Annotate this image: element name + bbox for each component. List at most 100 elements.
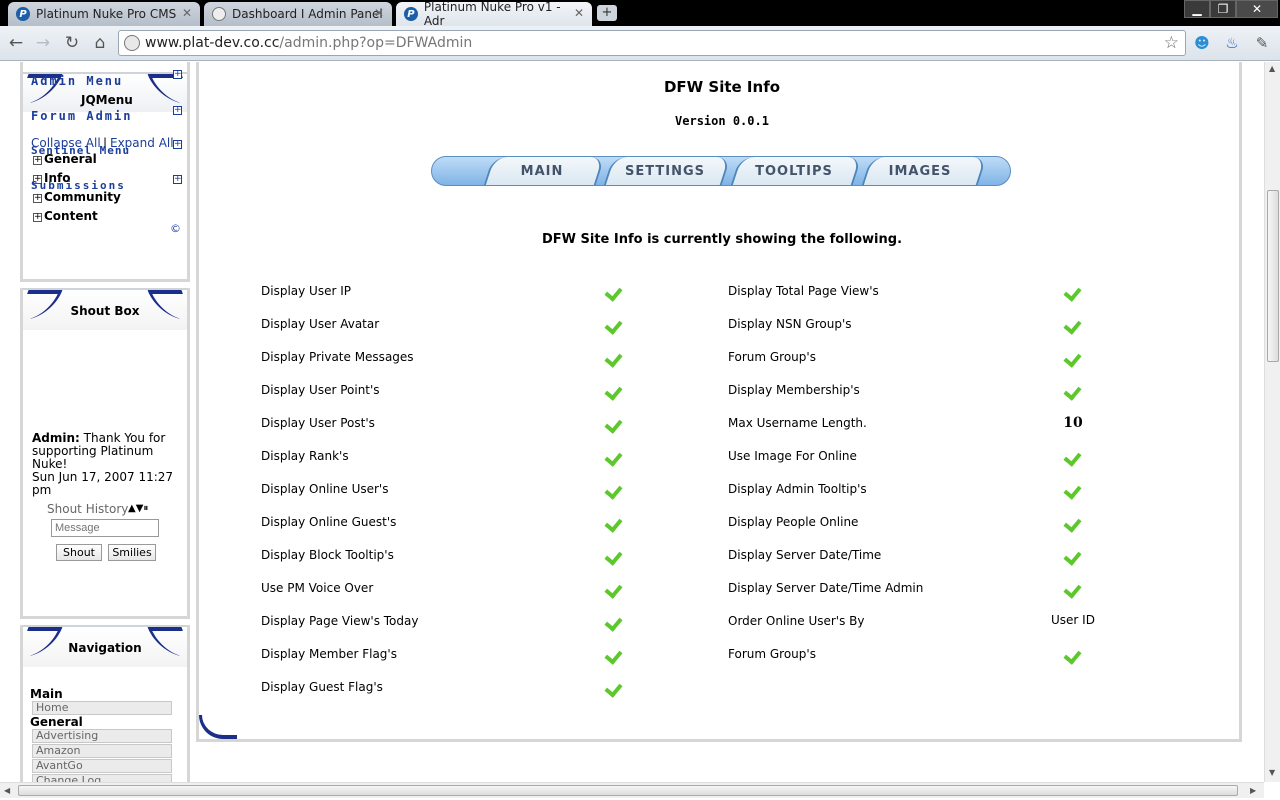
navigation-header: Navigation [17, 625, 193, 667]
address-bar[interactable]: www.plat-dev.co.cc/admin.php?op=DFWAdmin… [118, 30, 1186, 56]
bookmark-star-icon[interactable]: ☆ [1164, 31, 1179, 55]
scroll-left-arrow-icon[interactable]: ◀ [4, 786, 10, 795]
setting-label: Display Member Flag's [261, 647, 397, 661]
enabled-checkmark-icon [1064, 448, 1082, 464]
enabled-checkmark-icon [605, 415, 623, 431]
back-arrow-icon[interactable]: ← [4, 32, 28, 54]
browser-tab-title: Platinum Nuke Pro CMS [36, 7, 177, 21]
extension-flame-icon[interactable]: ♨ [1222, 33, 1242, 53]
setting-label: Display Online Guest's [261, 515, 397, 529]
status-line: DFW Site Info is currently showing the f… [541, 232, 903, 247]
extension-face-icon[interactable]: ☻ [1192, 33, 1212, 53]
setting-label: Display Membership's [728, 383, 860, 397]
tree-item-content[interactable]: + Content [33, 209, 98, 223]
left-sidebar: Admin Menu + JQMenu + Forum Admin Collap… [0, 62, 196, 782]
tab-tooltips[interactable]: TOOLTIPS [735, 157, 853, 185]
maximize-window-button[interactable]: ❐ [1210, 0, 1236, 18]
tree-label: Content [44, 209, 98, 223]
browser-tab-2[interactable]: Dashboard I Admin Panel ✕ [204, 2, 392, 26]
setting-label: Display Block Tooltip's [261, 548, 394, 562]
minimize-window-button[interactable]: ▁ [1184, 0, 1210, 18]
close-window-button[interactable]: ✕ [1236, 0, 1278, 18]
main-content-panel: DFW Site Info Version 0.0.1 MAIN SETTING… [196, 62, 1242, 742]
browser-toolbar: ← → ↻ ⌂ www.plat-dev.co.cc/admin.php?op=… [0, 26, 1280, 61]
nav-link-advertising[interactable]: Advertising [32, 729, 172, 743]
admin-menu-content: Admin Menu + JQMenu + Forum Admin Collap… [17, 62, 193, 262]
smilies-button[interactable]: Smilies [108, 544, 156, 561]
setting-label: Display Server Date/Time [728, 548, 882, 562]
shout-box-header: Shout Box [17, 288, 193, 330]
reload-icon[interactable]: ↻ [60, 32, 84, 54]
shout-history-link[interactable]: Shout History [47, 502, 128, 516]
setting-label: Display Total Page View's [728, 284, 879, 298]
enabled-checkmark-icon [1064, 580, 1082, 596]
setting-label: Order Online User's By [728, 614, 865, 628]
shout-message-input[interactable] [51, 519, 159, 537]
close-tab-icon[interactable]: ✕ [374, 6, 384, 20]
shout-scroll-controls-icon[interactable]: ▲▼⏸ [128, 503, 148, 514]
setting-label: Forum Group's [728, 647, 816, 661]
wrench-menu-icon[interactable]: ✎ [1252, 33, 1272, 53]
forum-admin-menu-title[interactable]: Forum Admin [31, 109, 132, 123]
tree-expand-icon: + [33, 212, 42, 222]
panel-corner-swoosh-icon [199, 715, 237, 739]
expand-plus-icon[interactable]: + [173, 70, 182, 79]
admin-menu-title[interactable]: Admin Menu [31, 74, 123, 88]
nav-link-change-log[interactable]: Change Log [32, 774, 172, 782]
nav-link-avantgo[interactable]: AvantGo [32, 759, 172, 773]
setting-label: Use PM Voice Over [261, 581, 374, 595]
enabled-checkmark-icon [605, 679, 623, 695]
navigation-title: Navigation [68, 641, 142, 655]
header-swoosh-right-icon [147, 74, 193, 104]
forward-arrow-icon[interactable]: → [31, 32, 55, 54]
tab-main[interactable]: MAIN [488, 157, 596, 185]
shout-message: Admin: Thank You for supporting Platinum… [32, 432, 182, 497]
scroll-down-arrow-icon[interactable]: ▼ [1269, 768, 1275, 777]
tree-item-general[interactable]: + General [33, 152, 97, 166]
tab-images[interactable]: IMAGES [864, 157, 976, 185]
setting-label: Display User Point's [261, 383, 380, 397]
setting-label: Display Online User's [261, 482, 389, 496]
header-swoosh-left-icon [17, 290, 63, 320]
header-swoosh-left-icon [17, 627, 63, 657]
enabled-checkmark-icon [605, 349, 623, 365]
scroll-right-arrow-icon[interactable]: ▶ [1250, 786, 1256, 795]
close-tab-icon[interactable]: ✕ [182, 6, 192, 20]
version-label: Version 0.0.1 [675, 114, 769, 128]
new-tab-button[interactable]: + [597, 5, 617, 21]
setting-label: Forum Group's [728, 350, 816, 364]
home-icon[interactable]: ⌂ [88, 32, 112, 54]
enabled-checkmark-icon [1064, 481, 1082, 497]
header-swoosh-right-icon [147, 290, 193, 320]
nav-section-main: Main [30, 687, 63, 701]
nav-link-amazon[interactable]: Amazon [32, 744, 172, 758]
setting-label: Use Image For Online [728, 449, 857, 463]
horizontal-scrollbar[interactable]: ◀ ▶ [0, 782, 1264, 798]
enabled-checkmark-icon [1064, 382, 1082, 398]
expand-plus-icon[interactable]: + [173, 106, 182, 115]
setting-label: Display Page View's Today [261, 614, 419, 628]
expand-plus-icon[interactable]: + [173, 140, 182, 149]
shout-button[interactable]: Shout [56, 544, 102, 561]
enabled-checkmark-icon [605, 613, 623, 629]
nav-link-home[interactable]: Home [32, 701, 172, 715]
scroll-up-arrow-icon[interactable]: ▲ [1269, 64, 1275, 73]
vertical-scroll-thumb[interactable] [1267, 190, 1279, 362]
enabled-checkmark-icon [605, 283, 623, 299]
tree-item-community[interactable]: + Community [33, 190, 121, 204]
horizontal-scroll-thumb[interactable] [18, 785, 1238, 796]
vertical-scrollbar[interactable]: ▲ ▼ [1264, 62, 1280, 782]
jqmenu-label: JQMenu [81, 93, 133, 107]
copyright-link[interactable]: © [170, 222, 181, 235]
browser-tab-1[interactable]: P Platinum Nuke Pro CMS ✕ [8, 2, 200, 26]
tab-settings[interactable]: SETTINGS [608, 157, 722, 185]
browser-tab-3-active[interactable]: P Platinum Nuke Pro v1 - Adr ✕ [396, 0, 592, 28]
setting-label: Display NSN Group's [728, 317, 852, 331]
close-tab-icon[interactable]: ✕ [574, 6, 584, 20]
platinum-nuke-favicon-icon: P [16, 7, 30, 21]
enabled-checkmark-icon [1064, 349, 1082, 365]
expand-plus-icon[interactable]: + [173, 175, 182, 184]
setting-label: Display User Post's [261, 416, 375, 430]
shout-date: Sun Jun 17, 2007 11:27 pm [32, 470, 174, 497]
setting-label: Display Private Messages [261, 350, 414, 364]
